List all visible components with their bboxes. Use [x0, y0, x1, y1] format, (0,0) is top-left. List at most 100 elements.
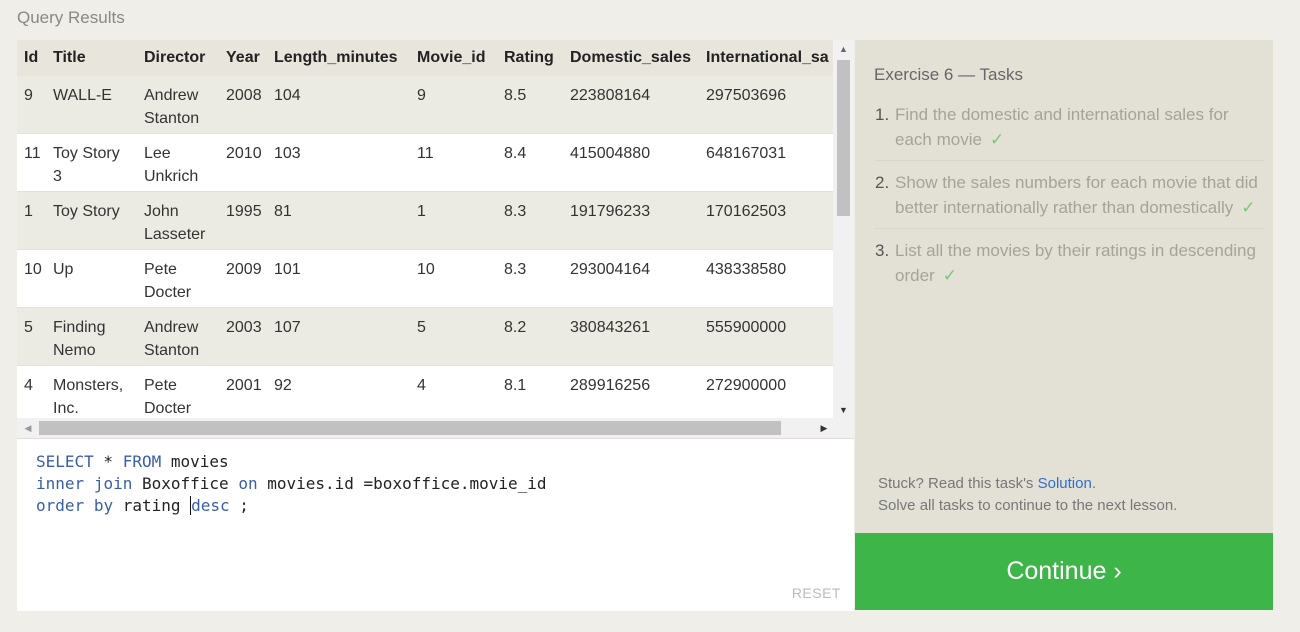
- table-cell: 191796233: [564, 191, 700, 250]
- task-label: Show the sales numbers for each movie th…: [895, 173, 1258, 217]
- sql-keyword: desc: [190, 496, 230, 515]
- table-cell: 170162503: [700, 191, 833, 250]
- table-cell: 4: [17, 365, 47, 418]
- table-cell: 8.1: [498, 365, 564, 418]
- stuck-suffix: .: [1091, 475, 1096, 492]
- sql-text: movies: [161, 452, 229, 471]
- table-cell: 92: [268, 365, 411, 418]
- task-text: Find the domestic and international sale…: [895, 102, 1264, 152]
- task-text: Show the sales numbers for each movie th…: [895, 170, 1264, 220]
- task-text: List all the movies by their ratings in …: [895, 238, 1264, 288]
- table-cell: 107: [268, 307, 411, 366]
- table-cell: 4: [411, 365, 498, 418]
- column-header: Movie_id: [411, 40, 498, 76]
- column-header: Director: [138, 40, 220, 76]
- sql-editor[interactable]: SELECT * FROM movies inner join Boxoffice…: [17, 438, 854, 611]
- sql-text: Boxoffice: [132, 474, 239, 493]
- continue-button[interactable]: Continue ›: [855, 533, 1273, 610]
- sql-keyword: FROM: [122, 452, 162, 471]
- code-line: order by rating desc ;: [36, 495, 547, 517]
- task-label: Find the domestic and international sale…: [895, 105, 1229, 149]
- table-cell: 289916256: [564, 365, 700, 418]
- table-row: 4 Monsters, Inc. Pete Docter 2001 92 4 8.1 2899…: [17, 365, 833, 418]
- tasks-title: Exercise 6 — Tasks: [874, 65, 1023, 84]
- horizontal-scrollbar[interactable]: ◀ ▶: [17, 418, 833, 438]
- task-number: 3.: [875, 241, 890, 260]
- table-cell: 10: [411, 249, 498, 308]
- table-row: 1 Toy Story John Lasseter 1995 81 1 8.3 1917962…: [17, 191, 833, 250]
- scroll-down-arrow-icon[interactable]: ▼: [833, 401, 854, 418]
- table-cell: 2010: [220, 133, 268, 192]
- table-cell: 9: [17, 76, 47, 134]
- table-cell: 415004880: [564, 133, 700, 192]
- table-cell: Andrew Stanton: [138, 76, 220, 134]
- results-panel: Id Title Director Year Length_minutes Movie_i…: [17, 40, 854, 438]
- table-cell: 555900000: [700, 307, 833, 366]
- solution-link[interactable]: Solution: [1038, 475, 1092, 492]
- results-table-viewport[interactable]: Id Title Director Year Length_minutes Movie_i…: [17, 40, 833, 418]
- table-cell: 104: [268, 76, 411, 134]
- table-cell: John Lasseter: [138, 191, 220, 250]
- checkmark-icon: ✓: [989, 130, 1005, 149]
- table-cell: 1: [411, 191, 498, 250]
- column-header: Length_minutes: [268, 40, 411, 76]
- column-header: Id: [17, 40, 47, 76]
- table-cell: WALL-E: [47, 76, 138, 134]
- table-cell: Pete Docter: [138, 365, 220, 418]
- table-cell: 2003: [220, 307, 268, 366]
- scrollbar-corner: [833, 418, 854, 438]
- vertical-scroll-thumb[interactable]: [837, 60, 850, 216]
- scroll-up-arrow-icon[interactable]: ▲: [833, 40, 854, 57]
- table-cell: 2001: [220, 365, 268, 418]
- table-cell: 2008: [220, 76, 268, 134]
- sql-keyword: by: [93, 496, 114, 515]
- table-row: 9 WALL-E Andrew Stanton 2008 104 9 8.5 22380816…: [17, 76, 833, 134]
- scroll-left-arrow-icon[interactable]: ◀: [19, 418, 37, 438]
- table-row: 11 Toy Story 3 Lee Unkrich 2010 103 11 8.4 4150…: [17, 133, 833, 192]
- table-cell: 272900000: [700, 365, 833, 418]
- column-header: International_sa: [700, 40, 833, 76]
- vertical-scrollbar[interactable]: ▲ ▼: [833, 40, 854, 418]
- table-cell: Toy Story 3: [47, 133, 138, 192]
- query-results-title: Query Results: [17, 8, 125, 27]
- task-item: 2. Show the sales numbers for each movie …: [875, 170, 1264, 229]
- help-text: Stuck? Read this task's Solution. Solve …: [878, 473, 1177, 517]
- table-cell: 297503696: [700, 76, 833, 134]
- table-header-row: Id Title Director Year Length_minutes Movie_i…: [17, 40, 833, 76]
- reset-button[interactable]: RESET: [792, 585, 841, 601]
- table-cell: 5: [411, 307, 498, 366]
- table-body: 9 WALL-E Andrew Stanton 2008 104 9 8.5 22380816…: [17, 76, 833, 418]
- task-number: 1.: [875, 105, 890, 124]
- results-table: Id Title Director Year Length_minutes Movie_i…: [17, 40, 833, 418]
- sql-keyword: join: [93, 474, 133, 493]
- sql-keyword: SELECT: [36, 452, 94, 471]
- horizontal-scroll-thumb[interactable]: [39, 421, 781, 435]
- table-cell: Andrew Stanton: [138, 307, 220, 366]
- column-header: Rating: [498, 40, 564, 76]
- table-cell: 8.4: [498, 133, 564, 192]
- table-cell: 81: [268, 191, 411, 250]
- sql-keyword: order: [36, 496, 85, 515]
- table-cell: Finding Nemo: [47, 307, 138, 366]
- column-header: Year: [220, 40, 268, 76]
- sql-keyword: inner: [36, 474, 85, 493]
- checkmark-icon: ✓: [1241, 198, 1256, 217]
- sql-code[interactable]: SELECT * FROM movies inner join Boxoffice…: [36, 451, 547, 517]
- table-cell: 10: [17, 249, 47, 308]
- table-cell: 8.3: [498, 249, 564, 308]
- tasks-panel: Exercise 6 — Tasks 1. Find the domestic a…: [855, 40, 1273, 533]
- table-cell: 9: [411, 76, 498, 134]
- table-cell: 8.2: [498, 307, 564, 366]
- scroll-right-arrow-icon[interactable]: ▶: [815, 418, 833, 438]
- table-cell: Pete Docter: [138, 249, 220, 308]
- solve-all-text: Solve all tasks to continue to the next …: [878, 497, 1178, 514]
- sql-text: ;: [229, 496, 249, 515]
- table-row: 10 Up Pete Docter 2009 101 10 8.3 293004164 4383…: [17, 249, 833, 308]
- table-cell: 438338580: [700, 249, 833, 308]
- table-cell: 11: [17, 133, 47, 192]
- table-cell: 8.3: [498, 191, 564, 250]
- table-cell: Toy Story: [47, 191, 138, 250]
- table-cell: 2009: [220, 249, 268, 308]
